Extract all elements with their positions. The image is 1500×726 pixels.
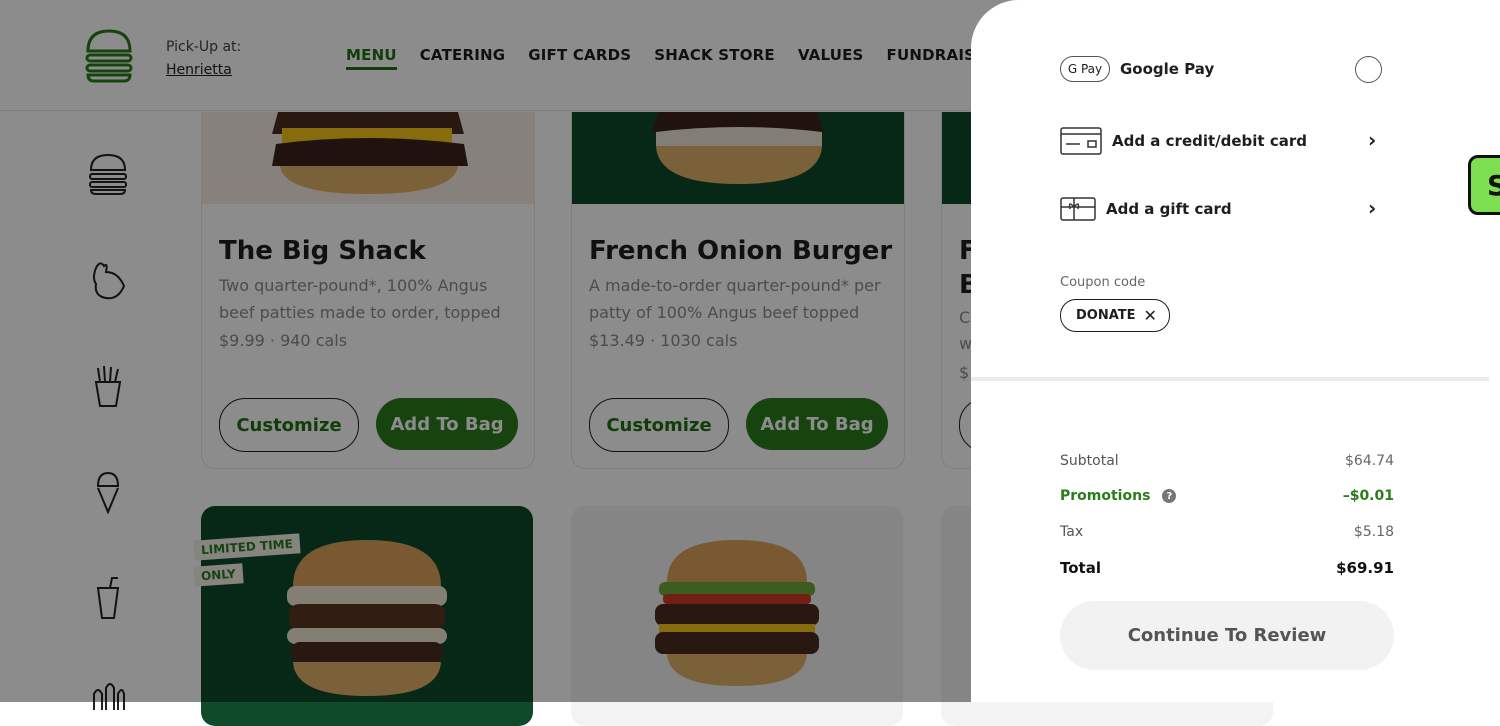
google-pay-option[interactable]: G Pay Google Pay — [1060, 56, 1214, 82]
tax-row: Tax $5.18 — [1060, 524, 1394, 540]
tax-value: $5.18 — [1353, 524, 1394, 540]
total-label: Total — [1060, 559, 1101, 577]
gift-card-icon — [1060, 197, 1096, 221]
tax-label: Tax — [1060, 524, 1084, 540]
add-gift-card-option[interactable]: Add a gift card — [1060, 197, 1232, 221]
help-icon[interactable]: ? — [1162, 489, 1177, 503]
chevron-right-icon[interactable]: › — [1368, 128, 1376, 152]
google-pay-icon: G Pay — [1060, 56, 1110, 82]
coupon-code-label: Coupon code — [1060, 275, 1146, 290]
subtotal-row: Subtotal $64.74 — [1060, 453, 1394, 469]
add-card-label: Add a credit/debit card — [1112, 132, 1307, 150]
continue-to-review-button[interactable]: Continue To Review — [1060, 601, 1394, 670]
chevron-right-icon[interactable]: › — [1368, 196, 1376, 220]
total-value: $69.91 — [1336, 559, 1394, 577]
add-credit-card-option[interactable]: Add a credit/debit card — [1060, 127, 1307, 155]
coupon-chip: DONATE ✕ — [1060, 299, 1170, 332]
remove-coupon-close-icon[interactable]: ✕ — [1144, 307, 1157, 324]
subtotal-label: Subtotal — [1060, 453, 1119, 469]
add-gift-card-label: Add a gift card — [1106, 200, 1232, 218]
promotions-row: Promotions? –$0.01 — [1060, 488, 1394, 504]
google-pay-label: Google Pay — [1120, 60, 1215, 78]
coupon-code-value: DONATE — [1076, 308, 1136, 323]
promotions-label: Promotions — [1060, 488, 1151, 504]
google-pay-chip-text: G Pay — [1067, 62, 1103, 76]
section-divider — [971, 377, 1489, 381]
subtotal-value: $64.74 — [1345, 453, 1394, 469]
side-tab-button[interactable]: S — [1468, 155, 1500, 215]
google-pay-radio[interactable] — [1355, 56, 1382, 83]
credit-card-icon — [1060, 127, 1102, 155]
total-row: Total $69.91 — [1060, 559, 1394, 577]
promotions-value: –$0.01 — [1342, 488, 1394, 504]
checkout-payment-panel: G Pay Google Pay Add a credit/debit card… — [971, 0, 1500, 702]
